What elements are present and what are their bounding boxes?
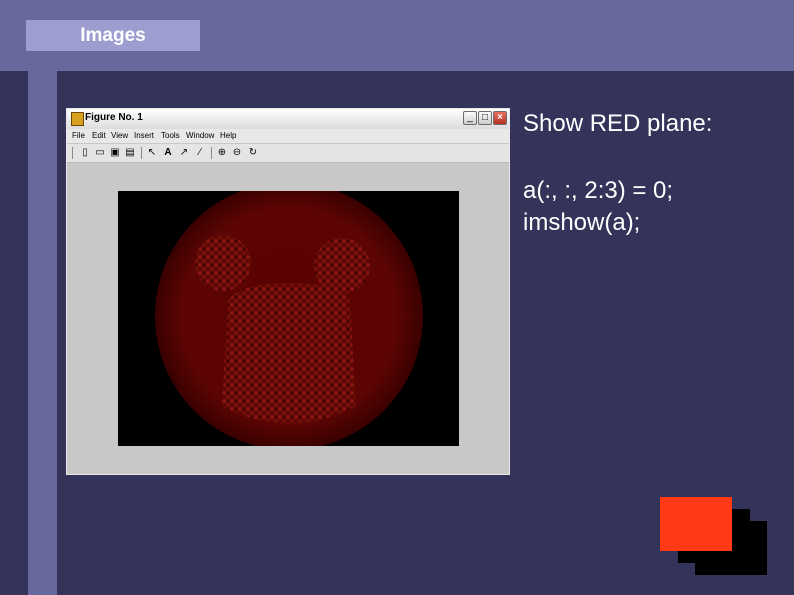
window-titlebar[interactable]: Figure No. 1 _ □ × — [67, 109, 509, 129]
pointer-icon[interactable]: ↖ — [146, 147, 158, 159]
window-title: Figure No. 1 — [85, 112, 143, 123]
menu-edit[interactable]: Edit — [92, 131, 106, 140]
toolbar: ▯ ▭ ▣ ▤ ↖ A ↗ ∕ ⊕ ⊖ ↻ — [67, 144, 509, 163]
line-icon[interactable]: ∕ — [194, 147, 206, 159]
text-icon[interactable]: A — [162, 147, 174, 159]
decorative-square-red — [660, 497, 732, 551]
arrow-icon[interactable]: ↗ — [178, 147, 190, 159]
slide-code-block: a(:, :, 2:3) = 0; imshow(a); — [523, 175, 673, 239]
code-line-1: a(:, :, 2:3) = 0; — [523, 177, 674, 204]
toolbar-separator — [141, 147, 142, 159]
menu-bar: File Edit View Insert Tools Window Help — [67, 129, 509, 143]
menu-insert[interactable]: Insert — [134, 131, 154, 140]
toolbar-separator — [211, 147, 212, 159]
slide-text-heading: Show RED plane: — [523, 110, 713, 137]
red-plane-image — [118, 191, 459, 446]
close-button[interactable]: × — [493, 111, 507, 125]
toolbar-grip — [72, 147, 75, 159]
menu-file[interactable]: File — [72, 131, 85, 140]
open-folder-icon[interactable]: ▭ — [94, 147, 106, 159]
minimize-button[interactable]: _ — [463, 111, 477, 125]
zoom-in-icon[interactable]: ⊕ — [216, 147, 228, 159]
slide-title: Images — [26, 20, 200, 51]
left-bar — [28, 71, 57, 595]
code-line-2: imshow(a); — [523, 209, 641, 236]
zoom-out-icon[interactable]: ⊖ — [231, 147, 243, 159]
rotate-icon[interactable]: ↻ — [247, 147, 259, 159]
menu-tools[interactable]: Tools — [161, 131, 180, 140]
figure-window: Figure No. 1 _ □ × File Edit View Insert… — [66, 108, 510, 475]
print-icon[interactable]: ▤ — [124, 147, 136, 159]
maximize-button[interactable]: □ — [478, 111, 492, 125]
menu-view[interactable]: View — [111, 131, 128, 140]
new-file-icon[interactable]: ▯ — [79, 147, 91, 159]
save-icon[interactable]: ▣ — [109, 147, 121, 159]
menu-help[interactable]: Help — [220, 131, 236, 140]
matlab-icon — [71, 112, 84, 126]
menu-window[interactable]: Window — [186, 131, 214, 140]
image-display — [118, 191, 459, 446]
